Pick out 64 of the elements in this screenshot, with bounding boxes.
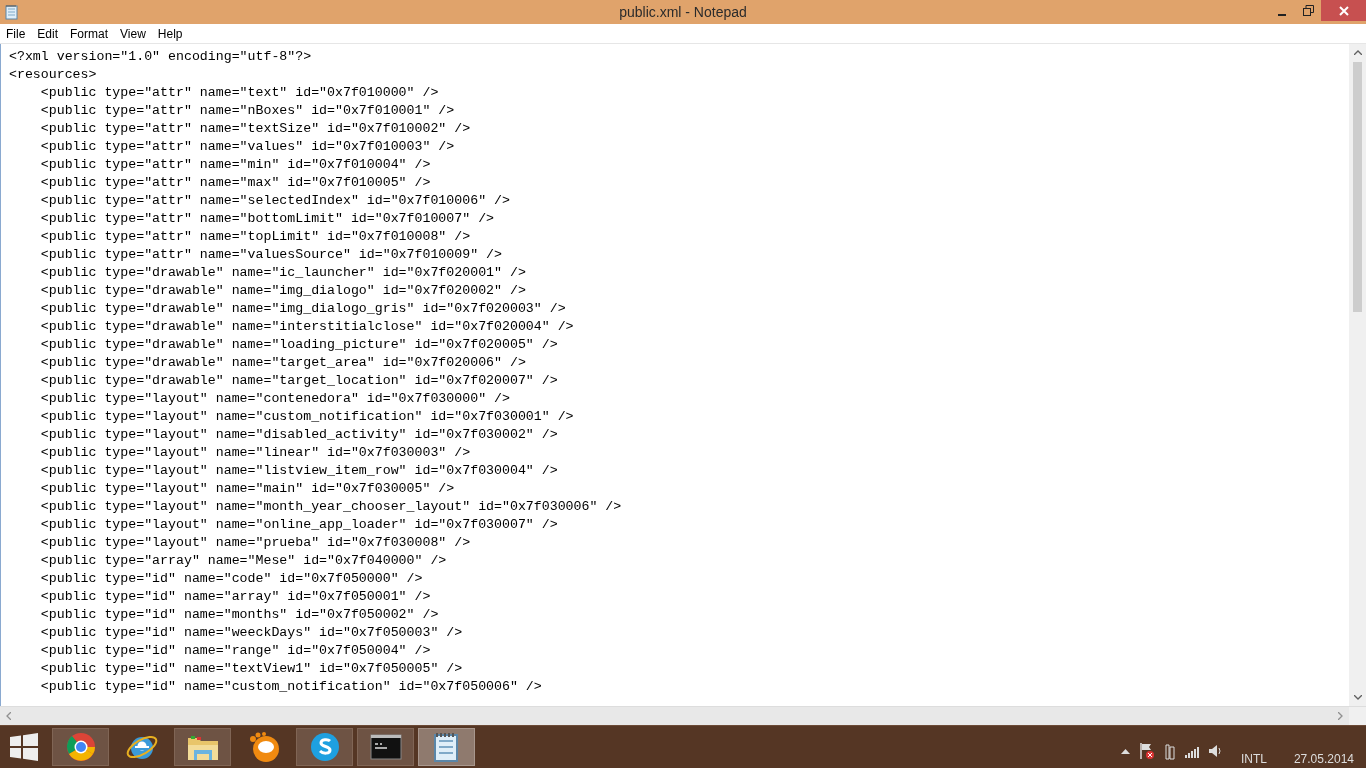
code-line: <public type="attr" name="values" id="0x7f010003" /> — [39, 138, 455, 156]
code-line: <public type="attr" name="min" id="0x7f010004" /> — [39, 156, 431, 174]
menu-item[interactable]: Edit — [31, 24, 65, 43]
code-line: <public type="id" name="code" id="0x7f050000" /> — [39, 570, 423, 588]
taskbar-button[interactable] — [357, 728, 414, 766]
code-line: <resources> — [9, 66, 97, 84]
code-line: <public type="id" name="months" id="0x7f050002" /> — [39, 606, 439, 624]
taskbar-button[interactable] — [174, 728, 231, 766]
code-line: <public type="layout" name="listview_item_row" id="0x7f030004" /> — [39, 462, 558, 480]
code-line: <public type="layout" name="main" id="0x7f030005" /> — [39, 480, 455, 498]
code-line: <public type="layout" name="disabled_activity" id="0x7f030002" /> — [39, 426, 558, 444]
code-line: <public type="layout" name="contenedora" id="0x7f030000" /> — [39, 390, 510, 408]
browser-logo-icon — [64, 731, 97, 763]
code-line: <public type="id" name="array" id="0x7f050001" /> — [39, 588, 431, 606]
code-line: <public type="attr" name="text" id="0x7f010000" /> — [39, 84, 439, 102]
code-line: <public type="layout" name="linear" id="0x7f030003" /> — [39, 444, 471, 462]
battery-icon[interactable] — [1163, 742, 1176, 760]
minimize-icon — [1278, 13, 1286, 16]
code-line: <public type="drawable" name="img_dialogo_gris" id="0x7f020003" /> — [39, 300, 566, 318]
vertical-scrollbar[interactable] — [1349, 44, 1366, 706]
code-line: <public type="layout" name="prueba" id="0x7f030008" /> — [39, 534, 471, 552]
code-line: <public type="drawable" name="loading_picture" id="0x7f020005" /> — [39, 336, 558, 354]
language-indicator[interactable]: INTL — [1240, 752, 1267, 766]
code-line: <public type="drawable" name="interstitialclose" id="0x7f020004" /> — [39, 318, 574, 336]
code-line: <public type="id" name="weeckDays" id="0x7f050003" /> — [39, 624, 463, 642]
code-line: <public type="id" name="custom_notification" id="0x7f050006" /> — [39, 678, 542, 696]
menu-item[interactable]: File — [0, 24, 32, 43]
code-line: <public type="drawable" name="target_area" id="0x7f020006" /> — [39, 354, 526, 372]
notepad-icon[interactable] — [4, 4, 20, 20]
taskbar-button[interactable] — [52, 728, 109, 766]
code-line: <public type="array" name="Mese" id="0x7f040000" /> — [39, 552, 447, 570]
code-line: <public type="attr" name="topLimit" id="0x7f010008" /> — [39, 228, 471, 246]
scrollbar-thumb[interactable] — [1353, 62, 1362, 312]
code-line: <public type="drawable" name="img_dialogo" id="0x7f020002" /> — [39, 282, 526, 300]
speaker-icon[interactable] — [1207, 743, 1222, 759]
close-button[interactable] — [1321, 0, 1366, 21]
code-line: <public type="attr" name="bottomLimit" id="0x7f010007" /> — [39, 210, 495, 228]
menu-item[interactable]: Help — [151, 24, 189, 43]
date-text[interactable]: 27.05.2014 — [1293, 752, 1354, 766]
close-icon — [1338, 5, 1349, 16]
chat-logo-icon — [308, 731, 341, 763]
code-line: <public type="attr" name="textSize" id="0x7f010002" /> — [39, 120, 471, 138]
code-line: <public type="id" name="textView1" id="0x7f050005" /> — [39, 660, 463, 678]
code-line: <public type="attr" name="selectedIndex" id="0x7f010006" /> — [39, 192, 510, 210]
menu-item[interactable]: Format — [64, 24, 115, 43]
code-line: <public type="drawable" name="target_location" id="0x7f020007" /> — [39, 372, 558, 390]
code-line: <public type="id" name="range" id="0x7f050004" /> — [39, 642, 431, 660]
flag-icon[interactable] — [1138, 742, 1155, 760]
code-line: <public type="layout" name="month_year_chooser_layout" id="0x7f030006" /> — [39, 498, 622, 516]
taskbar-button[interactable] — [296, 728, 353, 766]
code-line: <public type="drawable" name="ic_launcher" id="0x7f020001" /> — [39, 264, 526, 282]
code-line: <public type="attr" name="valuesSource" id="0x7f010009" /> — [39, 246, 502, 264]
window-title: public.xml - Notepad — [619, 4, 747, 20]
code-line: <public type="layout" name="online_app_loader" id="0x7f030007" /> — [39, 516, 558, 534]
windows-logo-icon — [10, 733, 38, 761]
restore-icon — [1302, 5, 1314, 16]
code-line: <public type="layout" name="custom_notification" id="0x7f030001" /> — [39, 408, 574, 426]
terminal-icon — [369, 734, 402, 760]
menu-item[interactable]: View — [114, 24, 152, 43]
signal-bars-icon[interactable] — [1184, 744, 1199, 758]
code-line: <public type="attr" name="nBoxes" id="0x7f010001" /> — [39, 102, 455, 120]
code-line: <?xml version="1.0" encoding="utf-8"?> — [9, 48, 312, 66]
chevron-up-icon[interactable] — [1120, 748, 1130, 754]
code-line: <public type="attr" name="max" id="0x7f010005" /> — [39, 174, 431, 192]
